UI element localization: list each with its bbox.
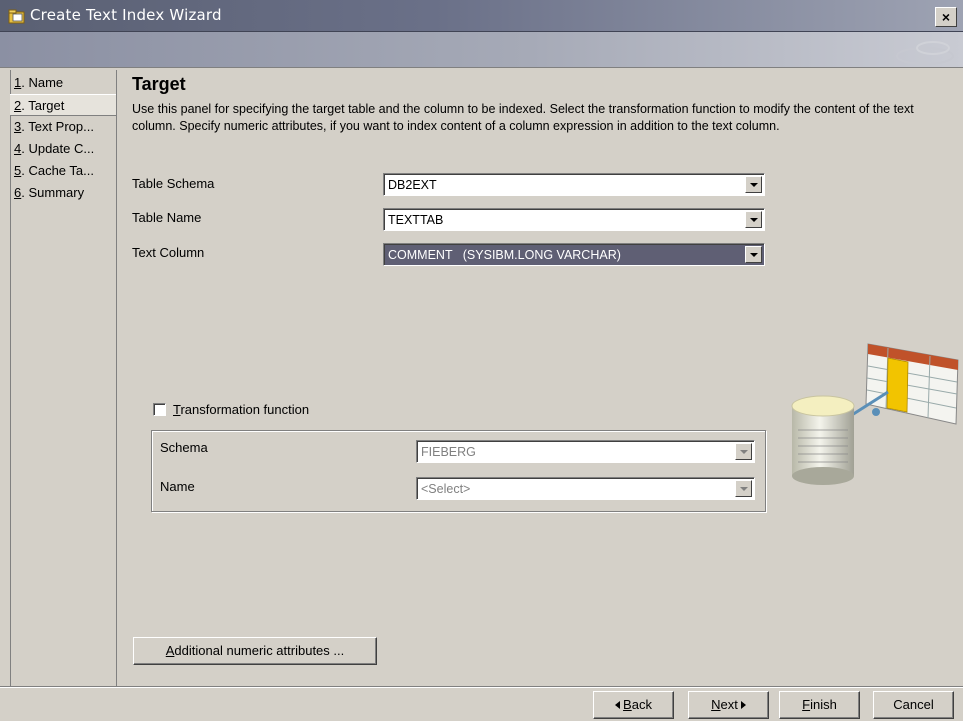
close-button[interactable]: × [935, 7, 957, 27]
window-title: Create Text Index Wizard [30, 6, 222, 24]
chevron-down-icon[interactable] [745, 246, 762, 263]
table-name-value: TEXTTAB [388, 213, 444, 227]
nav-step-update[interactable]: 4. Update C... [10, 138, 116, 160]
title-bar: Create Text Index Wizard × [0, 0, 963, 32]
transformation-schema-value: FIEBERG [421, 445, 476, 459]
next-button[interactable]: Next [688, 691, 769, 719]
transformation-checkbox-label[interactable]: Transformation function [173, 402, 309, 417]
arrow-right-icon [740, 701, 746, 709]
additional-numeric-attributes-button[interactable]: Additional numeric attributes ... [133, 637, 377, 665]
back-button[interactable]: Back [593, 691, 674, 719]
text-column-value: COMMENT (SYSIBM.LONG VARCHAR) [388, 248, 621, 262]
transformation-name-value: <Select> [421, 482, 471, 496]
table-schema-combo[interactable]: DB2EXT [383, 173, 765, 196]
nav-step-text-properties[interactable]: 3. Text Prop... [10, 116, 116, 138]
chevron-down-icon[interactable] [745, 211, 762, 228]
cancel-button[interactable]: Cancel [873, 691, 954, 719]
text-column-label: Text Column [132, 245, 205, 260]
chevron-down-icon[interactable] [745, 176, 762, 193]
table-name-combo[interactable]: TEXTTAB [383, 208, 765, 231]
page-title: Target [132, 74, 186, 94]
transformation-name-combo[interactable]: <Select> [416, 477, 755, 500]
page-description: Use this panel for specifying the target… [132, 102, 914, 133]
table-schema-label: Table Schema [132, 176, 215, 191]
nav-step-target[interactable]: 2. Target [10, 94, 116, 116]
decoration-icon [896, 41, 954, 65]
transformation-schema-combo[interactable]: FIEBERG [416, 440, 755, 463]
nav-step-summary[interactable]: 6. Summary [10, 182, 116, 204]
transformation-schema-label: Schema [160, 440, 208, 455]
transformation-checkbox[interactable] [153, 403, 166, 416]
table-schema-value: DB2EXT [388, 178, 437, 192]
wizard-steps: 1. Name 2. Target 3. Text Prop... 4. Upd… [10, 70, 117, 686]
arrow-left-icon [615, 701, 621, 709]
table-name-label: Table Name [132, 210, 202, 225]
chevron-down-icon[interactable] [735, 480, 752, 497]
database-table-illustration [791, 343, 959, 485]
text-column-combo[interactable]: COMMENT (SYSIBM.LONG VARCHAR) [383, 243, 765, 266]
finish-button[interactable]: Finish [779, 691, 860, 719]
wizard-folder-icon [8, 9, 25, 24]
header-banner [0, 32, 963, 68]
main-panel: Target Use this panel for specifying the… [118, 70, 963, 686]
nav-step-cache[interactable]: 5. Cache Ta... [10, 160, 116, 182]
nav-step-name[interactable]: 1. Name [10, 72, 116, 94]
transformation-name-label: Name [160, 479, 195, 494]
chevron-down-icon[interactable] [735, 443, 752, 460]
button-bar: Back Next Finish Cancel [0, 686, 963, 721]
